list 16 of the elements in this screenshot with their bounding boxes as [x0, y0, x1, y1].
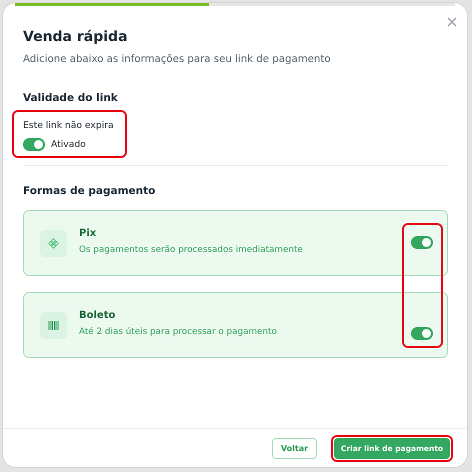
dialog-subtitle: Adicione abaixo as informações para seu link de pagamento [23, 54, 332, 65]
toggle-status: Ativado [51, 139, 86, 150]
payment-name: Pix [79, 228, 98, 239]
section-heading: Validade do link [23, 92, 119, 104]
back-button[interactable]: Voltar [272, 438, 317, 458]
barcode-icon [40, 312, 67, 339]
payment-description: Até 2 dias úteis para processar o pagamento [79, 327, 278, 337]
section-heading: Formas de pagamento [23, 185, 156, 197]
toggle-switch[interactable] [411, 236, 433, 248]
payment-name: Boleto [79, 310, 116, 321]
toggle-label: Este link não expira [23, 120, 115, 131]
toggle-switch[interactable] [23, 138, 45, 151]
toggle-switch[interactable] [411, 326, 433, 340]
dialog-title: Venda rápida [23, 29, 129, 45]
close-icon[interactable] [447, 17, 457, 27]
payment-description: Os pagamentos serão processados imediatamente [79, 245, 304, 255]
